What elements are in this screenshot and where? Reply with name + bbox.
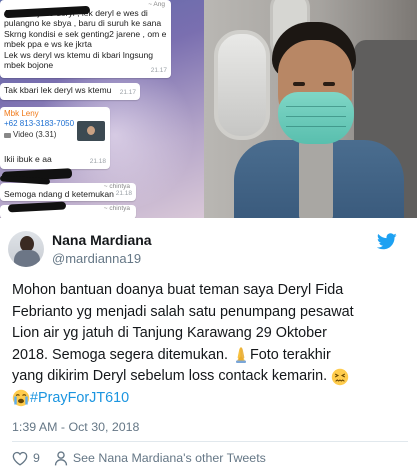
chat-line: Skrng kondisi e sek genting2 jarene , om… (4, 28, 167, 39)
tweet-timestamp[interactable]: 1:39 AM - Oct 30, 2018 (12, 420, 139, 434)
chat-line: mbek ppa e ws ke jkrta (4, 39, 92, 50)
airplane-window (214, 30, 270, 140)
face-mask (278, 92, 354, 144)
chat-bubble: ~ chintya Semoga ndang d ketemukan 21.18 (0, 183, 136, 201)
tweet-actions: 9 See Nana Mardiana's other Tweets (12, 446, 280, 470)
tweet-text-line: #PrayForJT610 (12, 388, 408, 410)
chat-line: mbek bojone (4, 60, 54, 71)
display-name[interactable]: Nana Mardiana (52, 232, 152, 248)
folded-hands-emoji (236, 347, 246, 363)
tweet-text-line: Mohon bantuan doanya buat teman saya Der… (12, 282, 344, 298)
profile-person-icon (54, 450, 68, 465)
confounded-face-emoji (331, 368, 349, 385)
twitter-bird-icon[interactable] (377, 233, 397, 250)
tweet-text-line: yang dikirim Deryl sebelum loss contack … (12, 366, 408, 388)
hashtag-link[interactable]: #PrayForJT610 (30, 390, 129, 406)
chat-text: Tak kbari lek deryl ws ktemu (4, 85, 112, 95)
tweet-text: Mohon bantuan doanya buat teman saya Der… (12, 280, 408, 410)
chat-sender-tag: ~ chintya (103, 205, 130, 212)
loudly-crying-face-emoji (12, 389, 30, 407)
chat-time: 21.18 (89, 157, 106, 165)
chat-sender-tag: ~ Ang (148, 1, 165, 8)
tweet-media[interactable]: ~ Ang Jarene bjone deryl , lek deryl e w… (0, 0, 417, 218)
tweet-text-line: Lion air yg jatuh di Tanjung Karawang 29… (12, 325, 327, 342)
chat-time: 21.17 (119, 88, 136, 96)
divider (12, 441, 408, 442)
user-handle[interactable]: @mardianna19 (52, 251, 141, 266)
chat-time: 21.18 (115, 189, 132, 197)
chat-bubble: Mbk Leny +62 813-3183-7050 Video (3.31) … (0, 107, 110, 169)
chat-bubble: Tak kbari lek deryl ws ktemu 21.17 (0, 83, 140, 100)
avatar[interactable] (8, 231, 44, 267)
tweet-text-line: Febrianto yg menjadi salah satu penumpan… (12, 303, 354, 320)
passenger-selfie-photo[interactable] (204, 0, 417, 218)
chat-line: pulangno ke sbya , baru di suruh ke sana (4, 18, 162, 29)
chat-line: Lek ws deryl ws ktemu di kbari lngsung (4, 49, 154, 60)
whatsapp-chat-screenshot[interactable]: ~ Ang Jarene bjone deryl , lek deryl e w… (0, 0, 204, 218)
like-button[interactable]: 9 (12, 451, 40, 466)
video-camera-icon (4, 132, 11, 138)
like-count: 9 (33, 451, 40, 465)
tweet-text-line: 2018. Semoga segera ditemukan. Foto tera… (12, 346, 331, 363)
see-other-tweets-label: See Nana Mardiana's other Tweets (72, 451, 266, 465)
chat-sender: Mbk Leny (4, 109, 39, 118)
chat-time: 21.17 (150, 66, 167, 74)
see-other-tweets-link[interactable]: See Nana Mardiana's other Tweets (54, 450, 266, 466)
heart-icon (12, 451, 28, 466)
video-thumbnail (77, 121, 105, 141)
